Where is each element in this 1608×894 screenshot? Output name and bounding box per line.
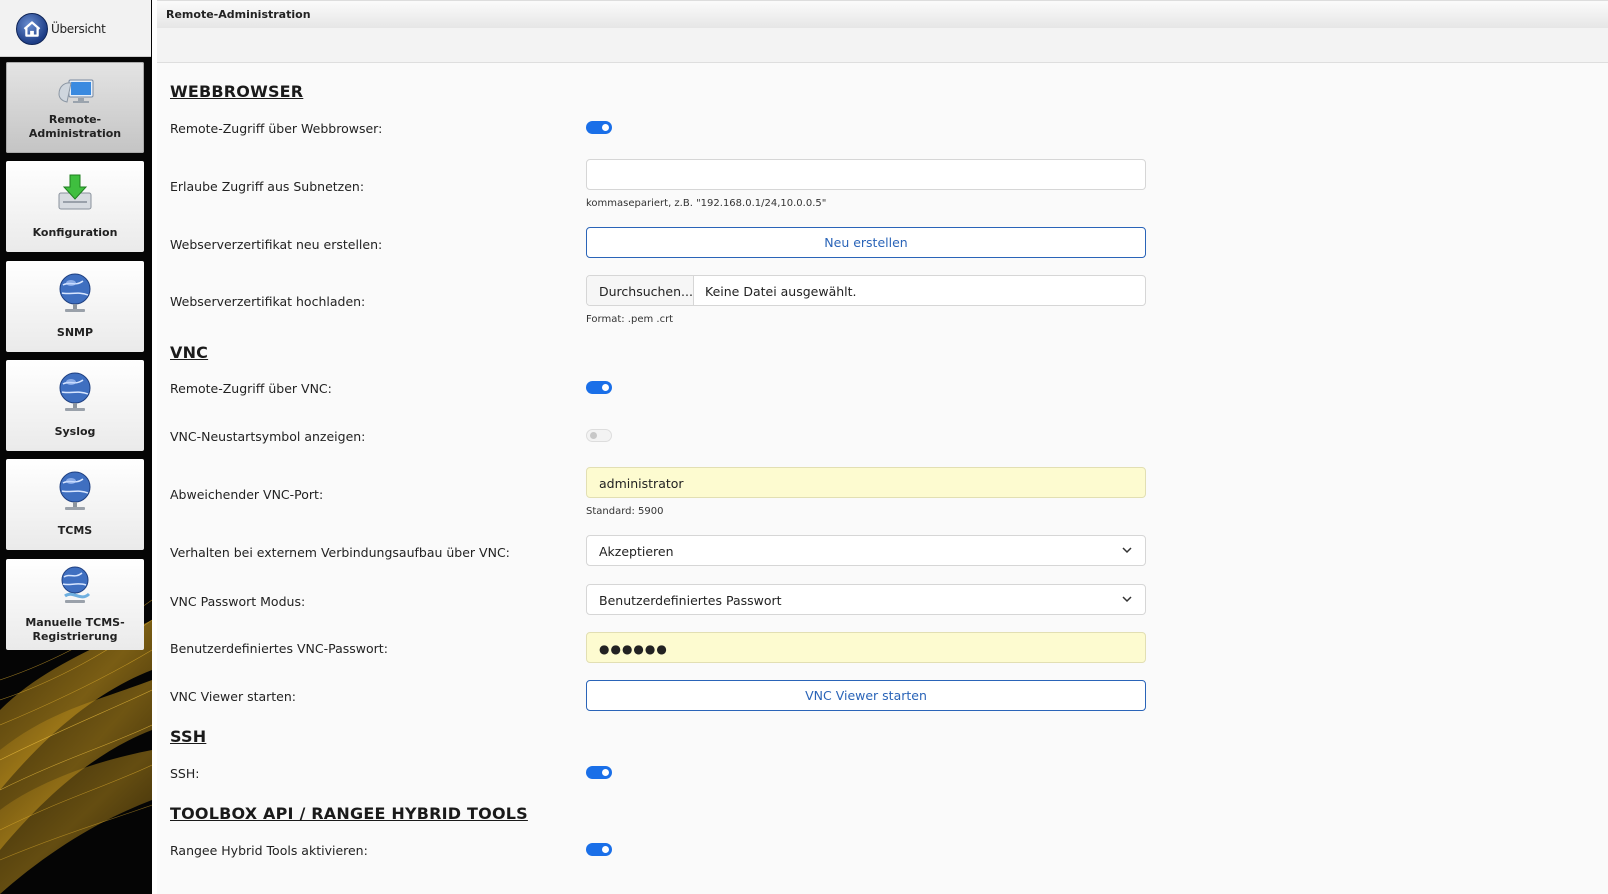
cert-new-label: Webserverzertifikat neu erstellen:	[170, 237, 383, 252]
sidebar-item-label: Manuelle TCMS- Registrierung	[25, 616, 125, 643]
overview-button[interactable]: Übersicht	[0, 0, 151, 57]
section-heading-vnc: VNC	[170, 343, 209, 362]
vnc-behavior-select[interactable]: Akzeptieren	[586, 535, 1146, 566]
vnc-viewer-label: VNC Viewer starten:	[170, 689, 297, 704]
section-heading-ssh: SSH	[170, 727, 207, 746]
remote-browser-access-label: Remote-Zugriff über Webbrowser:	[170, 121, 383, 136]
subnets-input[interactable]	[586, 159, 1146, 190]
sidebar-item-label: Konfiguration	[32, 226, 118, 239]
title-bar: Remote-Administration	[157, 0, 1608, 29]
chevron-down-icon	[1122, 596, 1132, 603]
subnets-label: Erlaube Zugriff aus Subnetzen:	[170, 179, 365, 194]
vnc-restart-icon-label: VNC-Neustartsymbol anzeigen:	[170, 429, 366, 444]
sidebar-item-label: Remote-Administration	[28, 113, 122, 140]
hybrid-tools-toggle[interactable]	[586, 843, 612, 856]
sidebar: Übersicht Remote-Administration Konfigur…	[0, 0, 152, 894]
vnc-restart-icon-toggle[interactable]	[586, 429, 612, 442]
vnc-password-mode-select[interactable]: Benutzerdefiniertes Passwort	[586, 584, 1146, 615]
section-heading-toolbox: TOOLBOX API / RANGEE HYBRID TOOLS	[170, 804, 528, 823]
sidebar-item-tcms[interactable]: TCMS	[6, 459, 144, 550]
cert-new-button[interactable]: Neu erstellen	[586, 227, 1146, 258]
ssh-toggle[interactable]	[586, 766, 612, 779]
remote-browser-access-toggle[interactable]	[586, 121, 612, 134]
sidebar-item-konfiguration[interactable]: Konfiguration	[6, 161, 144, 252]
remote-admin-icon	[58, 79, 94, 103]
browse-button[interactable]: Durchsuchen...	[587, 276, 694, 305]
home-icon	[16, 13, 48, 45]
settings-form: WEBBROWSER Remote-Zugriff über Webbrowse…	[157, 63, 1608, 894]
vnc-password-mode-label: VNC Passwort Modus:	[170, 594, 306, 609]
vnc-custom-password-label: Benutzerdefiniertes VNC-Passwort:	[170, 641, 388, 656]
globe-network-icon	[59, 372, 91, 411]
vnc-viewer-button[interactable]: VNC Viewer starten	[586, 680, 1146, 711]
toolbar	[157, 28, 1608, 63]
overview-label: Übersicht	[51, 22, 106, 36]
vnc-behavior-label: Verhalten bei externem Verbindungsaufbau…	[170, 545, 510, 560]
globe-network-icon	[59, 273, 91, 312]
subnets-hint: kommasepariert, z.B. "192.168.0.1/24,10.…	[586, 198, 827, 209]
cert-upload-field[interactable]: Durchsuchen... Keine Datei ausgewählt.	[586, 275, 1146, 306]
globe-network-icon	[59, 471, 91, 510]
sidebar-item-syslog[interactable]: Syslog	[6, 360, 144, 451]
cert-upload-label: Webserverzertifikat hochladen:	[170, 294, 366, 309]
globe-register-icon	[61, 566, 91, 603]
sidebar-item-label: Syslog	[54, 425, 96, 438]
page-title: Remote-Administration	[166, 8, 311, 21]
no-file-text: Keine Datei ausgewählt.	[705, 284, 857, 299]
remote-vnc-access-label: Remote-Zugriff über VNC:	[170, 381, 332, 396]
remote-vnc-access-toggle[interactable]	[586, 381, 612, 394]
sidebar-item-label: TCMS	[57, 524, 93, 537]
sidebar-item-label: SNMP	[56, 326, 94, 339]
ssh-label: SSH:	[170, 766, 200, 781]
sidebar-item-snmp[interactable]: SNMP	[6, 261, 144, 352]
vnc-port-hint: Standard: 5900	[586, 506, 664, 517]
format-hint: Format: .pem .crt	[586, 314, 674, 325]
main-panel: Remote-Administration WEBBROWSER Remote-…	[157, 0, 1608, 894]
vnc-port-input[interactable]: administrator	[586, 467, 1146, 498]
chevron-down-icon	[1122, 547, 1132, 554]
sidebar-item-manual-tcms-registration[interactable]: Manuelle TCMS- Registrierung	[6, 559, 144, 650]
vnc-custom-password-input[interactable]: ●●●●●●	[586, 632, 1146, 663]
config-download-icon	[58, 174, 92, 210]
hybrid-tools-label: Rangee Hybrid Tools aktivieren:	[170, 843, 368, 858]
vnc-port-label: Abweichender VNC-Port:	[170, 487, 324, 502]
sidebar-item-remote-administration[interactable]: Remote-Administration	[6, 62, 144, 153]
section-heading-webbrowser: WEBBROWSER	[170, 82, 304, 101]
